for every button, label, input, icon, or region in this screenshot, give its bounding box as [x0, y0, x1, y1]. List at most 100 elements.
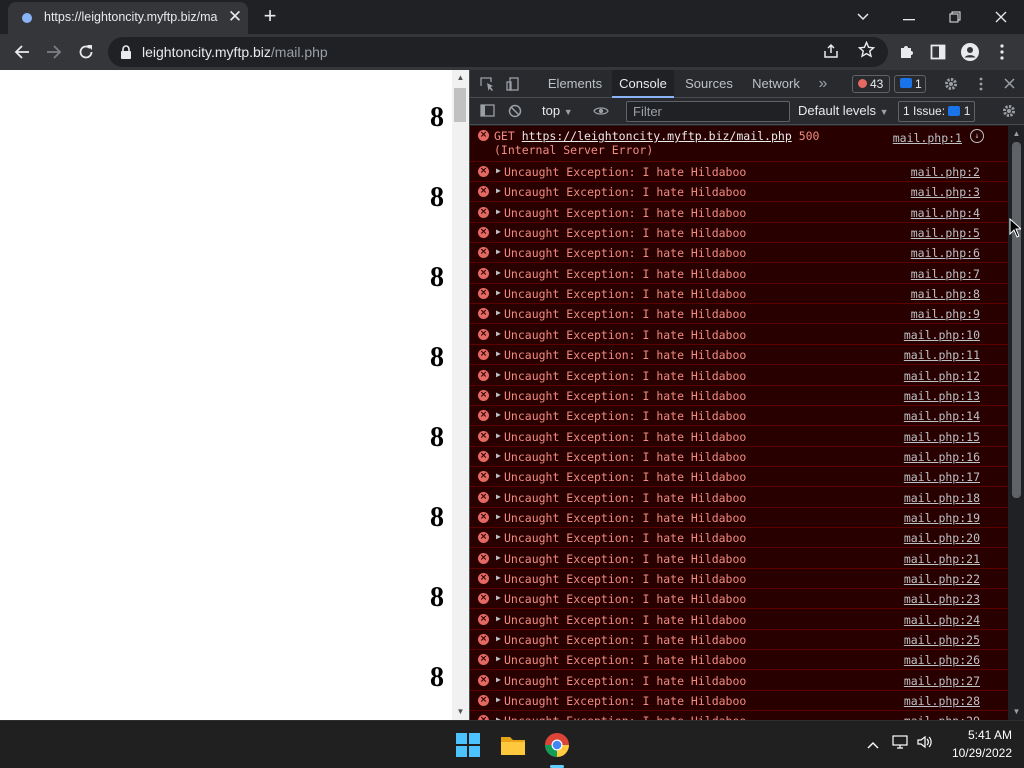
scroll-down-icon[interactable]: ▼ — [1011, 707, 1022, 717]
console-error-row[interactable]: ×▶Uncaught Exception: I hate Hildaboomai… — [470, 508, 1008, 528]
forward-button[interactable] — [40, 38, 68, 66]
close-devtools-button[interactable] — [1000, 75, 1018, 93]
devtools-menu-button[interactable] — [972, 75, 990, 93]
expand-triangle-icon[interactable]: ▶ — [496, 349, 501, 358]
source-link[interactable]: mail.php:14 — [904, 409, 980, 423]
back-button[interactable] — [8, 38, 36, 66]
source-link[interactable]: mail.php:1 — [893, 131, 962, 145]
console-scroll-thumb[interactable] — [1012, 142, 1021, 498]
console-error-row[interactable]: ×▶Uncaught Exception: I hate Hildaboomai… — [470, 264, 1008, 284]
console-settings-button[interactable] — [1000, 102, 1018, 120]
close-window-button[interactable] — [978, 2, 1024, 32]
expand-triangle-icon[interactable]: ▶ — [496, 553, 501, 562]
console-error-row[interactable]: ×▶Uncaught Exception: I hate Hildaboomai… — [470, 650, 1008, 671]
settings-button[interactable] — [942, 75, 960, 93]
volume-icon[interactable] — [916, 735, 934, 753]
expand-triangle-icon[interactable]: ▶ — [496, 390, 501, 399]
console-error-row[interactable]: ×▶Uncaught Exception: I hate Hildaboomai… — [470, 243, 1008, 264]
console-error-row[interactable]: ×▶Uncaught Exception: I hate Hildaboomai… — [470, 467, 1008, 488]
source-link[interactable]: mail.php:26 — [904, 653, 980, 667]
source-link[interactable]: mail.php:10 — [904, 328, 980, 342]
tab-elements[interactable]: Elements — [540, 70, 610, 98]
reload-button[interactable] — [72, 38, 100, 66]
source-link[interactable]: mail.php:12 — [904, 369, 980, 383]
console-error-row[interactable]: ×▶Uncaught Exception: I hate Hildaboomai… — [470, 325, 1008, 345]
console-error-row[interactable]: ×▶Uncaught Exception: I hate Hildaboomai… — [470, 182, 1008, 203]
browser-tab[interactable]: https://leightoncity.myftp.biz/ma ✕ — [8, 2, 248, 34]
console-error-row[interactable]: ×▶Uncaught Exception: I hate Hildaboomai… — [470, 630, 1008, 651]
clock-date[interactable]: 10/29/2022 — [942, 746, 1012, 760]
chrome-taskbar-button[interactable] — [541, 729, 573, 768]
expand-triangle-icon[interactable]: ▶ — [496, 654, 501, 663]
expand-triangle-icon[interactable]: ▶ — [496, 247, 501, 256]
context-selector[interactable]: top ▼ — [542, 103, 573, 118]
expand-triangle-icon[interactable]: ▶ — [496, 675, 501, 684]
console-error-row[interactable]: ×▶Uncaught Exception: I hate Hildaboomai… — [470, 711, 1008, 720]
console-error-row[interactable]: ×▶Uncaught Exception: I hate Hildaboomai… — [470, 589, 1008, 610]
source-link[interactable]: mail.php:24 — [904, 613, 980, 627]
live-expression-button[interactable] — [592, 102, 610, 120]
bookmark-star-button[interactable] — [856, 40, 876, 61]
expand-triangle-icon[interactable]: ▶ — [496, 410, 501, 419]
source-link[interactable]: mail.php:23 — [904, 592, 980, 606]
console-error-row[interactable]: ×▶Uncaught Exception: I hate Hildaboomai… — [470, 610, 1008, 630]
expand-triangle-icon[interactable]: ▶ — [496, 186, 501, 195]
file-explorer-button[interactable] — [497, 729, 529, 761]
expand-triangle-icon[interactable]: ▶ — [496, 532, 501, 541]
show-hidden-icons-button[interactable] — [864, 735, 882, 753]
scroll-down-icon[interactable]: ▼ — [455, 707, 466, 717]
console-error-row[interactable]: ×▶Uncaught Exception: I hate Hildaboomai… — [470, 549, 1008, 569]
side-panel-button[interactable] — [926, 40, 950, 64]
new-tab-button[interactable]: + — [258, 5, 282, 29]
message-count-badge[interactable]: 1 — [894, 75, 926, 93]
console-error-row[interactable]: ×▶Uncaught Exception: I hate Hildaboomai… — [470, 488, 1008, 508]
source-link[interactable]: mail.php:17 — [904, 470, 980, 484]
address-bar[interactable]: leightoncity.myftp.biz/mail.php — [108, 37, 888, 67]
scroll-up-icon[interactable]: ▲ — [455, 73, 466, 83]
console-error-row[interactable]: ×▶Uncaught Exception: I hate Hildaboomai… — [470, 345, 1008, 366]
source-link[interactable]: mail.php:25 — [904, 633, 980, 647]
expand-triangle-icon[interactable]: ▶ — [496, 288, 501, 297]
source-link[interactable]: mail.php:27 — [904, 674, 980, 688]
start-button[interactable] — [452, 729, 484, 761]
expand-triangle-icon[interactable]: ▶ — [496, 207, 501, 216]
console-scrollbar[interactable]: ▲ ▼ — [1008, 126, 1024, 720]
network-request-icon[interactable]: ↓ — [970, 129, 984, 143]
console-network-error-row[interactable]: × GET https://leightoncity.myftp.biz/mai… — [470, 126, 1008, 162]
issues-button[interactable]: 1 Issue: 1 — [898, 101, 976, 122]
console-error-row[interactable]: ×▶Uncaught Exception: I hate Hildaboomai… — [470, 691, 1008, 712]
page-scrollbar[interactable]: ▲ ▼ — [452, 70, 469, 720]
tab-close-button[interactable]: ✕ — [225, 7, 245, 27]
log-levels-dropdown[interactable]: Default levels ▼ — [798, 103, 889, 118]
expand-triangle-icon[interactable]: ▶ — [496, 593, 501, 602]
clear-console-button[interactable] — [506, 102, 524, 120]
console-error-row[interactable]: ×▶Uncaught Exception: I hate Hildaboomai… — [470, 203, 1008, 223]
expand-triangle-icon[interactable]: ▶ — [496, 471, 501, 480]
expand-triangle-icon[interactable]: ▶ — [496, 268, 501, 277]
source-link[interactable]: mail.php:22 — [904, 572, 980, 586]
browser-menu-button[interactable] — [990, 40, 1014, 64]
tab-console[interactable]: Console — [612, 70, 674, 98]
scroll-up-icon[interactable]: ▲ — [1011, 129, 1022, 139]
expand-triangle-icon[interactable]: ▶ — [496, 634, 501, 643]
source-link[interactable]: mail.php:11 — [904, 348, 980, 362]
console-error-row[interactable]: ×▶Uncaught Exception: I hate Hildaboomai… — [470, 447, 1008, 467]
source-link[interactable]: mail.php:2 — [911, 165, 980, 179]
console-error-row[interactable]: ×▶Uncaught Exception: I hate Hildaboomai… — [470, 569, 1008, 589]
console-error-row[interactable]: ×▶Uncaught Exception: I hate Hildaboomai… — [470, 427, 1008, 447]
console-filter-input[interactable] — [626, 101, 790, 122]
source-link[interactable]: mail.php:4 — [911, 206, 980, 220]
sidebar-toggle-button[interactable] — [478, 102, 496, 120]
profile-button[interactable] — [958, 40, 982, 64]
source-link[interactable]: mail.php:18 — [904, 491, 980, 505]
restore-button[interactable] — [932, 2, 978, 32]
clock-time[interactable]: 5:41 AM — [960, 728, 1012, 742]
console-error-row[interactable]: ×▶Uncaught Exception: I hate Hildaboomai… — [470, 671, 1008, 691]
console-error-row[interactable]: ×▶Uncaught Exception: I hate Hildaboomai… — [470, 304, 1008, 325]
minimize-button[interactable] — [886, 2, 932, 32]
expand-triangle-icon[interactable]: ▶ — [496, 329, 501, 338]
source-link[interactable]: mail.php:13 — [904, 389, 980, 403]
console-error-row[interactable]: ×▶Uncaught Exception: I hate Hildaboomai… — [470, 386, 1008, 406]
source-link[interactable]: mail.php:9 — [911, 307, 980, 321]
source-link[interactable]: mail.php:8 — [911, 287, 980, 301]
